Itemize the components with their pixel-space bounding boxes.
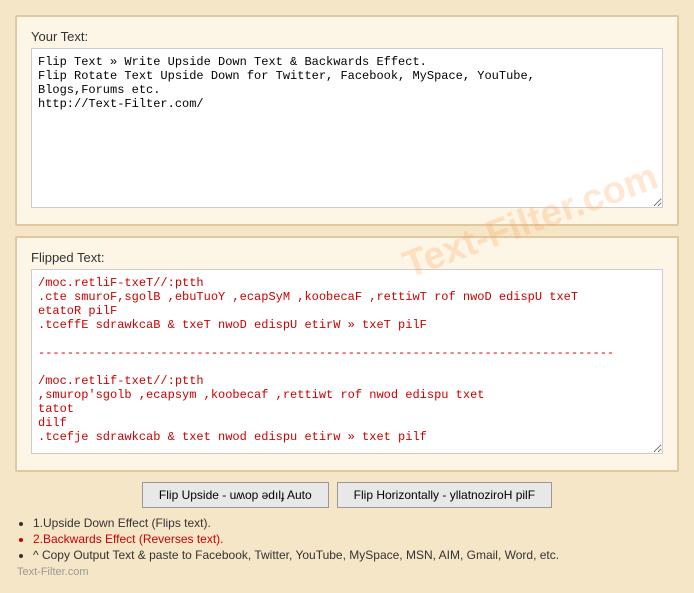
flip-horizontal-button[interactable]: Flip Horizontally - yllatnoziroH pilF (337, 482, 552, 508)
flipped-text-label: Flipped Text: (31, 250, 663, 265)
note-item-2: 2.Backwards Effect (Reverses text). (33, 532, 679, 546)
note-item-1: 1.Upside Down Effect (Flips text). (33, 516, 679, 530)
note-item-3: ^ Copy Output Text & paste to Facebook, … (33, 548, 679, 562)
flipped-text-output[interactable] (31, 269, 663, 454)
flip-upside-button[interactable]: Flip Upside - uʍop ǝdılɟ Auto (142, 482, 329, 508)
your-text-section: Your Text: (15, 15, 679, 226)
your-text-label: Your Text: (31, 29, 663, 44)
flipped-text-section: Flipped Text: (15, 236, 679, 472)
footer-text: Text-Filter.com (15, 566, 679, 578)
notes-list: 1.Upside Down Effect (Flips text). 2.Bac… (15, 516, 679, 562)
notes-section: 1.Upside Down Effect (Flips text). 2.Bac… (15, 516, 679, 578)
buttons-row: Flip Upside - uʍop ǝdılɟ Auto Flip Horiz… (15, 482, 679, 508)
your-text-input[interactable] (31, 48, 663, 208)
